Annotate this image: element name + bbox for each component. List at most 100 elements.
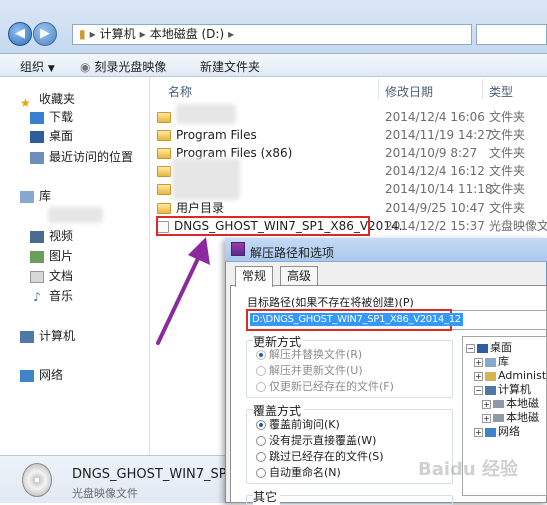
update-option-existing[interactable]: 仅更新已经存在的文件(F)	[256, 379, 394, 395]
nav-computer[interactable]: 计算机	[20, 327, 75, 345]
nav-pictures-label: 图片	[49, 249, 74, 263]
breadcrumb-drive-d[interactable]: 本地磁盘 (D:)	[150, 27, 224, 41]
new-folder-button[interactable]: 新建文件夹	[200, 58, 260, 75]
file-row[interactable]: Program Files	[157, 126, 257, 144]
column-header-type[interactable]: 类型	[489, 83, 513, 100]
winrar-icon	[231, 242, 245, 256]
recent-places-icon	[30, 151, 44, 164]
option-label: 覆盖前询问(K)	[269, 418, 340, 431]
nav-favorites[interactable]: ★ 收藏夹	[20, 90, 75, 110]
file-type: 文件夹	[489, 110, 526, 124]
file-row[interactable]	[157, 180, 176, 198]
column-divider[interactable]	[482, 79, 483, 99]
details-filename: DNGS_GHOST_WIN7_SP1_X	[72, 467, 251, 482]
user-folder-icon	[485, 371, 496, 381]
tree-item-drive-c[interactable]: + 本地磁	[482, 397, 539, 411]
tree-label: 计算机	[498, 383, 531, 396]
tree-label: 网络	[498, 425, 520, 438]
download-icon	[30, 111, 44, 124]
file-name: DNGS_GHOST_WIN7_SP1_X86_V2014..	[174, 219, 407, 233]
file-type: 文件夹	[489, 201, 526, 215]
drive-icon	[493, 414, 504, 422]
overwrite-option-skip[interactable]: 跳过已经存在的文件(S)	[256, 449, 384, 465]
folder-icon	[157, 184, 171, 195]
other-label: 其它	[253, 488, 281, 505]
nav-computer-label: 计算机	[39, 329, 76, 343]
file-row-iso[interactable]: DNGS_GHOST_WIN7_SP1_X86_V2014..	[157, 217, 406, 235]
nav-music-label: 音乐	[49, 289, 74, 303]
file-type: 文件夹	[489, 182, 526, 196]
nav-network[interactable]: 网络	[20, 366, 63, 384]
dialog-title: 解压路径和选项	[250, 246, 335, 260]
radio-button	[256, 350, 266, 360]
organize-button[interactable]: 组织 ▼	[20, 58, 55, 75]
option-label: 没有提示直接覆盖(W)	[269, 434, 377, 447]
update-option-update[interactable]: 解压并更新文件(U)	[256, 363, 363, 379]
burn-image-button[interactable]: ◉ 刻录光盘映像	[80, 58, 166, 75]
tree-label: 库	[498, 355, 509, 368]
option-label: 仅更新已经存在的文件(F)	[269, 380, 394, 393]
collapse-icon: −	[466, 343, 475, 353]
tree-item-drive-d[interactable]: + 本地磁	[482, 411, 539, 425]
overwrite-option-rename[interactable]: 自动重命名(N)	[256, 465, 341, 481]
update-option-replace[interactable]: 解压并替换文件(R)	[256, 347, 362, 363]
target-path-label: 目标路径(如果不存在将被创建)(P)	[247, 296, 414, 309]
expand-icon: +	[482, 413, 491, 423]
tree-item-network[interactable]: + 网络	[474, 425, 520, 439]
address-field[interactable]: ▮ ▸ 计算机 ▸ 本地磁盘 (D:) ▸	[72, 24, 472, 45]
nav-pictures[interactable]: 图片	[30, 247, 73, 265]
iso-file-icon	[157, 220, 169, 233]
collapse-icon: −	[474, 385, 483, 395]
tree-item-desktop[interactable]: − 桌面	[466, 341, 512, 355]
tree-item-computer[interactable]: − 计算机	[474, 383, 531, 397]
column-header-date[interactable]: 修改日期	[385, 83, 433, 100]
file-date: 2014/12/4 16:12	[385, 164, 485, 178]
radio-button	[256, 420, 266, 430]
option-label: 解压并更新文件(U)	[269, 364, 363, 377]
back-button[interactable]: ◀	[8, 22, 32, 46]
option-label: 自动重命名(N)	[269, 466, 341, 479]
nav-downloads[interactable]: 下载	[30, 108, 73, 126]
tab-advanced[interactable]: 高级	[280, 266, 319, 286]
tree-item-libraries[interactable]: + 库	[474, 355, 509, 369]
nav-network-label: 网络	[39, 368, 64, 382]
nav-libraries[interactable]: 库	[20, 187, 51, 205]
folder-icon	[157, 203, 171, 214]
radio-button	[256, 468, 266, 478]
file-type: 文件夹	[489, 164, 526, 178]
file-date: 2014/10/14 11:18	[385, 182, 493, 196]
nav-documents[interactable]: 文档	[30, 267, 73, 285]
target-path-field-rest[interactable]	[452, 310, 547, 330]
overwrite-option-noprompt[interactable]: 没有提示直接覆盖(W)	[256, 433, 376, 449]
tree-item-user[interactable]: + Administr	[474, 369, 547, 383]
file-type: 文件夹	[489, 128, 526, 142]
nav-recent[interactable]: 最近访问的位置	[30, 148, 133, 166]
folder-icon	[157, 148, 171, 159]
tree-label: Administr	[498, 369, 547, 382]
column-header-name[interactable]: 名称	[168, 83, 192, 100]
computer-icon	[20, 330, 34, 343]
folder-tree[interactable]: − 桌面 + 库 + Administr − 计算机 + 本地磁 + 本地磁 + 网络	[462, 336, 547, 496]
star-icon: ★	[20, 95, 31, 110]
overwrite-option-ask[interactable]: 覆盖前询问(K)	[256, 417, 340, 433]
nav-music[interactable]: ♪ 音乐	[30, 287, 73, 305]
tree-label: 桌面	[490, 341, 512, 354]
file-row[interactable]: 用户目录	[157, 199, 224, 217]
search-input[interactable]	[476, 24, 547, 45]
nav-videos[interactable]: 视频	[30, 227, 73, 245]
file-date: 2014/10/9 8:27	[385, 146, 478, 160]
file-row[interactable]	[157, 108, 176, 126]
library-icon	[20, 190, 34, 203]
expand-icon: +	[474, 371, 483, 381]
drive-icon	[493, 400, 504, 408]
option-label: 跳过已经存在的文件(S)	[269, 450, 384, 463]
forward-button[interactable]: ▶	[33, 22, 57, 46]
breadcrumb-computer[interactable]: 计算机	[100, 27, 136, 41]
nav-desktop[interactable]: 桌面	[30, 127, 73, 145]
music-icon: ♪	[33, 289, 41, 304]
nav-libraries-label: 库	[39, 189, 52, 203]
folder-icon	[157, 166, 171, 177]
burn-label: 刻录光盘映像	[94, 60, 167, 74]
tab-general[interactable]: 常规	[235, 266, 274, 287]
column-divider[interactable]	[378, 79, 379, 99]
